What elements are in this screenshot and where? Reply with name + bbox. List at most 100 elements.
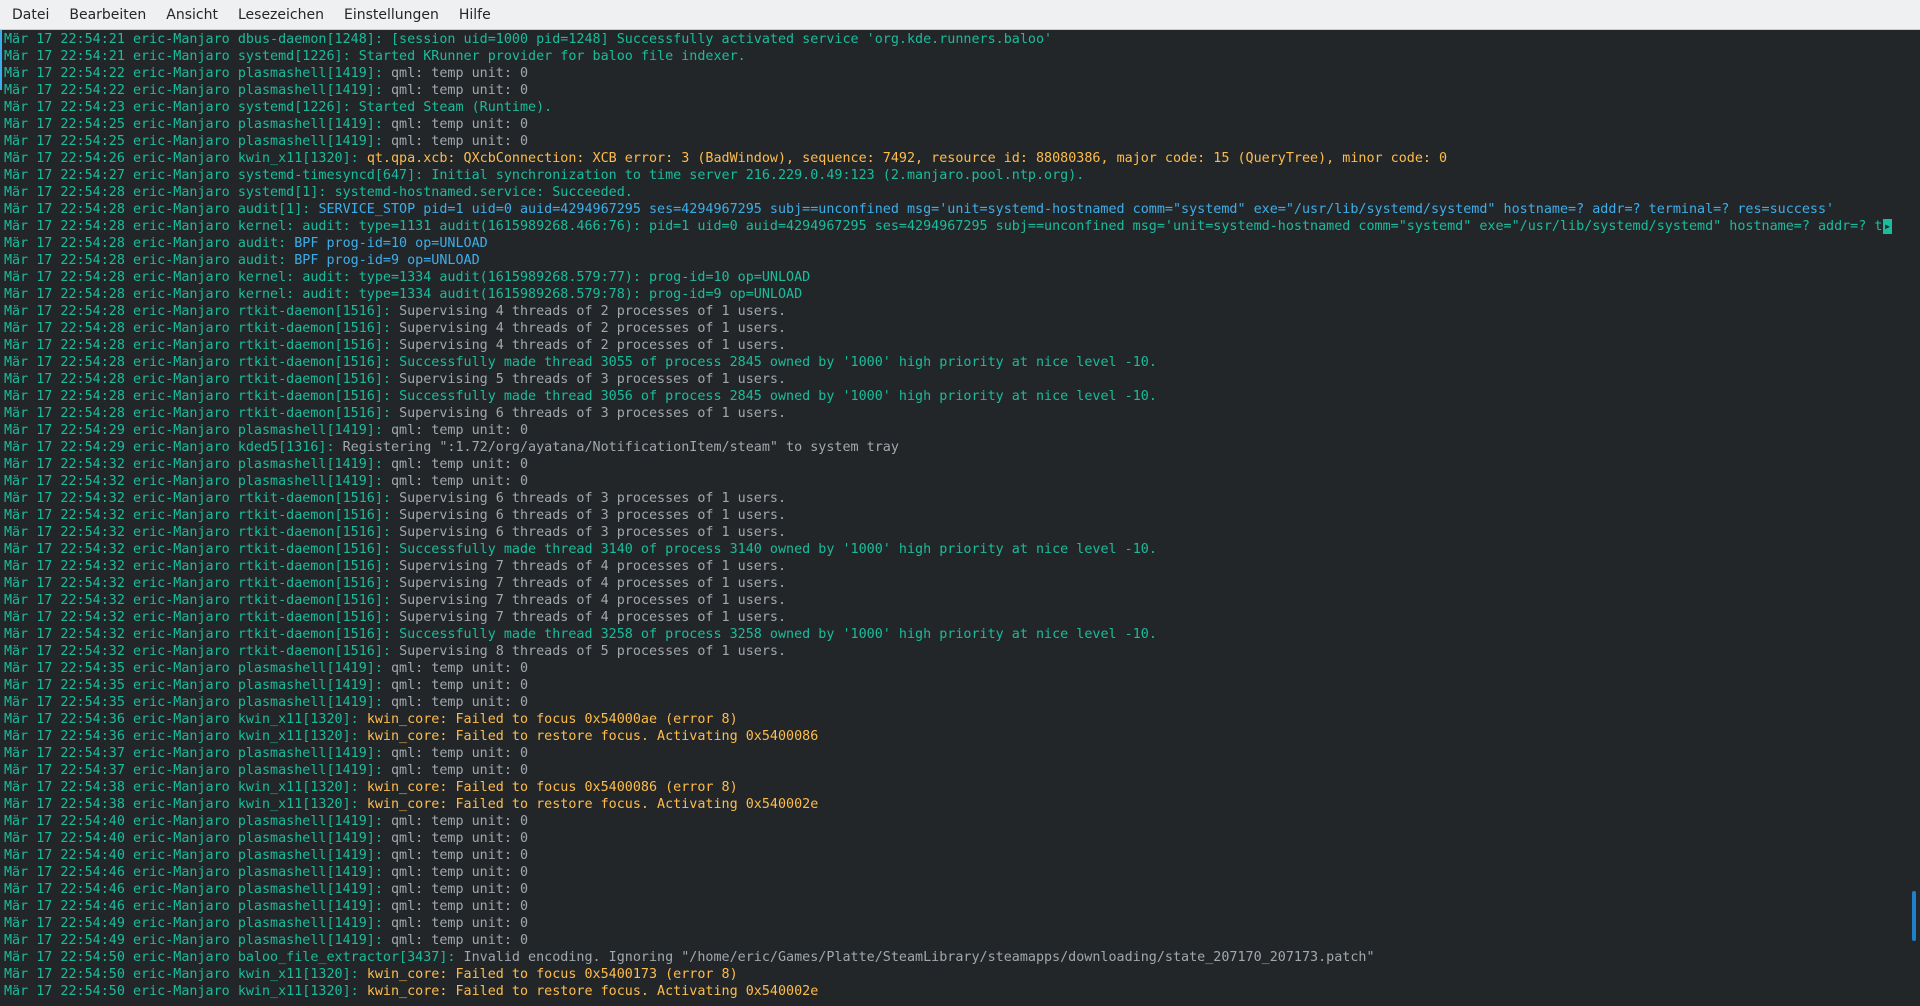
log-message: Successfully made thread 3056 of process… [399,389,1157,404]
log-hostname: eric-Manjaro [133,593,230,608]
log-message: Supervising 7 threads of 4 processes of … [399,610,787,625]
log-line: Mär 17 22:54:21 eric-Manjaro dbus-daemon… [4,31,1892,48]
log-hostname: eric-Manjaro [133,83,230,98]
log-message: Supervising 4 threads of 2 processes of … [399,321,787,336]
menu-lesezeichen[interactable]: Lesezeichen [228,0,334,30]
log-timestamp: Mär 17 22:54:40 [4,814,125,829]
menu-bar: Datei Bearbeiten Ansicht Lesezeichen Einstel… [0,0,1920,30]
log-process: rtkit-daemon[1516]: [237,355,391,370]
log-line: Mär 17 22:54:50 eric-Manjaro kwin_x11[13… [4,966,1892,983]
log-message: qml: temp unit: 0 [391,882,529,897]
log-process: plasmashell[1419]: [237,474,383,489]
log-hostname: eric-Manjaro [133,389,230,404]
scrollbar-thumb[interactable] [1912,891,1916,941]
log-process: plasmashell[1419]: [237,83,383,98]
log-hostname: eric-Manjaro [133,865,230,880]
log-line: Mär 17 22:54:28 eric-Manjaro systemd[1]:… [4,184,1892,201]
log-process: rtkit-daemon[1516]: [237,304,391,319]
log-process: plasmashell[1419]: [237,661,383,676]
log-message: Invalid encoding. Ignoring "/home/eric/G… [463,950,1375,965]
log-process: rtkit-daemon[1516]: [237,627,391,642]
menu-hilfe[interactable]: Hilfe [449,0,501,30]
log-line: Mär 17 22:54:32 eric-Manjaro rtkit-daemo… [4,507,1892,524]
log-hostname: eric-Manjaro [133,406,230,421]
log-hostname: eric-Manjaro [133,627,230,642]
log-hostname: eric-Manjaro [133,950,230,965]
log-timestamp: Mär 17 22:54:28 [4,287,125,302]
log-line: Mär 17 22:54:40 eric-Manjaro plasmashell… [4,813,1892,830]
log-message: audit: type=1334 audit(1615989268.579:77… [302,270,811,285]
log-line: Mär 17 22:54:28 eric-Manjaro kernel: aud… [4,218,1892,235]
log-line: Mär 17 22:54:28 eric-Manjaro kernel: aud… [4,286,1892,303]
log-hostname: eric-Manjaro [133,491,230,506]
log-hostname: eric-Manjaro [133,168,230,183]
log-timestamp: Mär 17 22:54:35 [4,695,125,710]
log-line: Mär 17 22:54:35 eric-Manjaro plasmashell… [4,660,1892,677]
log-process: plasmashell[1419]: [237,814,383,829]
log-process: kwin_x11[1320]: [237,729,359,744]
log-process: rtkit-daemon[1516]: [237,372,391,387]
log-process: audit: [237,236,287,251]
log-message: qml: temp unit: 0 [391,814,529,829]
terminal-view[interactable]: Mär 17 22:54:21 eric-Manjaro dbus-daemon… [0,30,1920,1006]
menu-einstellungen[interactable]: Einstellungen [334,0,449,30]
log-process: plasmashell[1419]: [237,423,383,438]
log-message: Supervising 8 threads of 5 processes of … [399,644,787,659]
log-process: plasmashell[1419]: [237,695,383,710]
log-process: plasmashell[1419]: [237,916,383,931]
scrollbar[interactable] [1908,30,1920,1006]
log-hostname: eric-Manjaro [133,729,230,744]
menu-ansicht[interactable]: Ansicht [156,0,228,30]
log-line: Mär 17 22:54:32 eric-Manjaro rtkit-daemo… [4,592,1892,609]
log-hostname: eric-Manjaro [133,32,230,47]
log-timestamp: Mär 17 22:54:35 [4,678,125,693]
log-hostname: eric-Manjaro [133,967,230,982]
log-hostname: eric-Manjaro [133,202,230,217]
log-timestamp: Mär 17 22:54:28 [4,219,125,234]
log-process: systemd[1226]: [237,49,351,64]
log-message: Started KRunner provider for baloo file … [358,49,746,64]
log-timestamp: Mär 17 22:54:28 [4,355,125,370]
log-timestamp: Mär 17 22:54:50 [4,984,125,999]
log-timestamp: Mär 17 22:54:32 [4,508,125,523]
log-timestamp: Mär 17 22:54:28 [4,389,125,404]
log-message: qml: temp unit: 0 [391,916,529,931]
log-line: Mär 17 22:54:49 eric-Manjaro plasmashell… [4,932,1892,949]
log-hostname: eric-Manjaro [133,134,230,149]
log-hostname: eric-Manjaro [133,49,230,64]
log-message: qml: temp unit: 0 [391,865,529,880]
log-line: Mär 17 22:54:28 eric-Manjaro rtkit-daemo… [4,320,1892,337]
log-hostname: eric-Manjaro [133,117,230,132]
log-timestamp: Mär 17 22:54:49 [4,933,125,948]
log-process: rtkit-daemon[1516]: [237,559,391,574]
log-hostname: eric-Manjaro [133,814,230,829]
log-message: qml: temp unit: 0 [391,661,529,676]
log-process: plasmashell[1419]: [237,457,383,472]
log-timestamp: Mär 17 22:54:28 [4,338,125,353]
menu-bearbeiten[interactable]: Bearbeiten [59,0,156,30]
log-hostname: eric-Manjaro [133,882,230,897]
log-timestamp: Mär 17 22:54:36 [4,729,125,744]
log-process: baloo_file_extractor[3437]: [237,950,456,965]
menu-datei[interactable]: Datei [2,0,59,30]
log-hostname: eric-Manjaro [133,763,230,778]
log-message: BPF prog-id=10 op=UNLOAD [294,236,488,251]
log-process: rtkit-daemon[1516]: [237,576,391,591]
log-timestamp: Mär 17 22:54:49 [4,916,125,931]
log-timestamp: Mär 17 22:54:32 [4,474,125,489]
log-timestamp: Mär 17 22:54:36 [4,712,125,727]
log-process: rtkit-daemon[1516]: [237,593,391,608]
log-hostname: eric-Manjaro [133,236,230,251]
log-line: Mär 17 22:54:28 eric-Manjaro rtkit-daemo… [4,388,1892,405]
log-line: Mär 17 22:54:32 eric-Manjaro rtkit-daemo… [4,626,1892,643]
log-line: Mär 17 22:54:28 eric-Manjaro rtkit-daemo… [4,354,1892,371]
log-process: rtkit-daemon[1516]: [237,610,391,625]
log-line: Mär 17 22:54:28 eric-Manjaro audit[1]: S… [4,201,1892,218]
log-line: Mär 17 22:54:28 eric-Manjaro rtkit-daemo… [4,371,1892,388]
log-message: Supervising 7 threads of 4 processes of … [399,559,787,574]
log-message: Supervising 6 threads of 3 processes of … [399,525,787,540]
log-line: Mär 17 22:54:35 eric-Manjaro plasmashell… [4,694,1892,711]
log-hostname: eric-Manjaro [133,661,230,676]
log-timestamp: Mär 17 22:54:28 [4,236,125,251]
log-message: kwin_core: Failed to restore focus. Acti… [366,984,819,999]
